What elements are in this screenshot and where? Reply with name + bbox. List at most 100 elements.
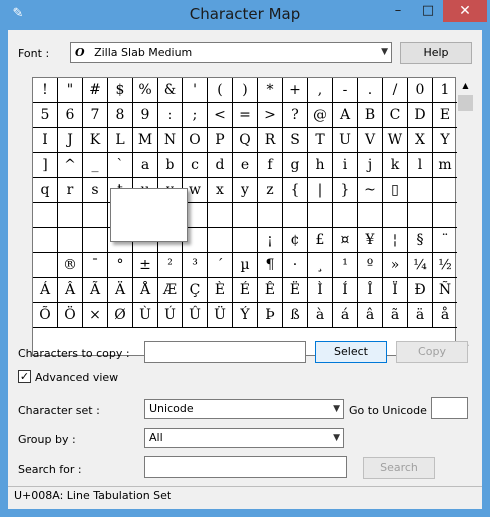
grid-cell[interactable] xyxy=(433,203,458,228)
search-button[interactable]: Search xyxy=(363,457,435,479)
grid-cell[interactable]: Ý xyxy=(233,303,258,328)
grid-cell[interactable]: Ë xyxy=(283,278,308,303)
grid-cell[interactable]: c xyxy=(183,153,208,178)
grid-cell[interactable]: ´ xyxy=(208,253,233,278)
grid-cell[interactable]: à xyxy=(308,303,333,328)
grid-cell[interactable]: » xyxy=(383,253,408,278)
select-button[interactable]: Select xyxy=(315,341,387,363)
grid-cell[interactable]: ¥ xyxy=(358,228,383,253)
grid-cell[interactable]: _ xyxy=(83,153,108,178)
minimize-button[interactable]: – xyxy=(383,0,413,22)
grid-cell[interactable]: ã xyxy=(383,303,408,328)
grid-cell[interactable]: ( xyxy=(208,78,233,103)
grid-cell[interactable]: É xyxy=(233,278,258,303)
grid-cell[interactable]: ` xyxy=(108,153,133,178)
grid-cell[interactable]: } xyxy=(333,178,358,203)
grid-cell[interactable]: s xyxy=(83,178,108,203)
grid-cell[interactable]: P xyxy=(208,128,233,153)
grid-cell[interactable] xyxy=(408,178,433,203)
grid-cell[interactable]: Á xyxy=(33,278,58,303)
grid-cell[interactable] xyxy=(433,178,458,203)
grid-cell[interactable]: g xyxy=(283,153,308,178)
grid-cell[interactable]: Ù xyxy=(133,303,158,328)
grid-cell[interactable]: Ì xyxy=(308,278,333,303)
grid-cell[interactable]: ¶ xyxy=(258,253,283,278)
copy-button[interactable]: Copy xyxy=(396,341,468,363)
character-set-select[interactable]: Unicode ▼ xyxy=(144,399,344,419)
grid-cell[interactable]: Ç xyxy=(183,278,208,303)
group-by-select[interactable]: All ▼ xyxy=(144,428,344,448)
grid-cell[interactable]: ? xyxy=(283,103,308,128)
grid-cell[interactable]: { xyxy=(283,178,308,203)
grid-cell[interactable]: " xyxy=(58,78,83,103)
grid-cell[interactable]: ] xyxy=(33,153,58,178)
grid-cell[interactable]: ¹ xyxy=(333,253,358,278)
character-grid[interactable]: ! " # $% & '() * +, -./0 1 5 6 7 8 9:; < = >? @ A B C D E I J K L M N… xyxy=(32,77,458,356)
grid-cell[interactable]: U xyxy=(333,128,358,153)
grid-cell[interactable]: $ xyxy=(108,78,133,103)
grid-cell[interactable]: I xyxy=(33,128,58,153)
grid-cell[interactable]: O xyxy=(183,128,208,153)
grid-cell[interactable]: å xyxy=(433,303,458,328)
grid-cell[interactable]: Ñ xyxy=(433,278,458,303)
grid-cell[interactable]: M xyxy=(133,128,158,153)
grid-cell[interactable] xyxy=(358,203,383,228)
grid-cell[interactable]: A xyxy=(333,103,358,128)
search-input[interactable] xyxy=(144,456,347,478)
grid-cell[interactable]: ¦ xyxy=(383,228,408,253)
grid-cell[interactable]: N xyxy=(158,128,183,153)
grid-cell[interactable]: ~ xyxy=(358,178,383,203)
grid-cell[interactable]: 1 xyxy=(433,78,458,103)
scroll-up-arrow-icon[interactable]: ▲ xyxy=(457,77,474,94)
grid-cell[interactable]: & xyxy=(158,78,183,103)
grid-cell[interactable]: W xyxy=(383,128,408,153)
grid-cell[interactable]: ¤ xyxy=(333,228,358,253)
grid-cell[interactable]: ; xyxy=(183,103,208,128)
grid-cell[interactable]: · xyxy=(283,253,308,278)
grid-cell[interactable]: § xyxy=(408,228,433,253)
advanced-view-checkbox[interactable]: ✓ xyxy=(18,370,31,383)
grid-cell[interactable]: E xyxy=(433,103,458,128)
grid-cell[interactable]: e xyxy=(233,153,258,178)
grid-cell[interactable]: ½ xyxy=(433,253,458,278)
grid-cell[interactable]: ¸ xyxy=(308,253,333,278)
grid-cell[interactable]: % xyxy=(133,78,158,103)
grid-cell[interactable]: B xyxy=(358,103,383,128)
grid-cell[interactable]: ' xyxy=(183,78,208,103)
grid-cell[interactable]: 9 xyxy=(133,103,158,128)
grid-cell[interactable]: z xyxy=(258,178,283,203)
grid-cell[interactable]: L xyxy=(108,128,133,153)
grid-cell[interactable]: 7 xyxy=(83,103,108,128)
grid-cell[interactable]: Í xyxy=(333,278,358,303)
grid-cell[interactable] xyxy=(283,203,308,228)
grid-cell[interactable]: Ú xyxy=(158,303,183,328)
grid-cell[interactable] xyxy=(33,228,58,253)
grid-cell[interactable]: l xyxy=(408,153,433,178)
maximize-button[interactable]: □ xyxy=(413,0,443,22)
grid-cell[interactable]: m xyxy=(433,153,458,178)
grid-cell[interactable]: 0 xyxy=(408,78,433,103)
grid-scrollbar[interactable]: ▲ ▼ xyxy=(457,77,474,356)
grid-cell[interactable]: j xyxy=(358,153,383,178)
grid-cell[interactable]: º xyxy=(358,253,383,278)
grid-cell[interactable]: ® xyxy=(58,253,83,278)
grid-cell[interactable] xyxy=(408,203,433,228)
grid-cell[interactable] xyxy=(33,203,58,228)
grid-cell[interactable]: ^ xyxy=(58,153,83,178)
grid-cell[interactable]: á xyxy=(333,303,358,328)
grid-cell[interactable]: V xyxy=(358,128,383,153)
grid-cell[interactable] xyxy=(208,203,233,228)
grid-cell[interactable]: X xyxy=(408,128,433,153)
grid-cell[interactable]: = xyxy=(233,103,258,128)
grid-cell[interactable]: Ã xyxy=(83,278,108,303)
grid-cell[interactable]: × xyxy=(83,303,108,328)
go-to-unicode-input[interactable] xyxy=(431,397,468,419)
grid-cell[interactable]: ¡ xyxy=(258,228,283,253)
grid-cell[interactable]: ­ xyxy=(33,253,58,278)
grid-cell[interactable]: ° xyxy=(108,253,133,278)
grid-cell[interactable]: ! xyxy=(33,78,58,103)
grid-cell[interactable]: Y xyxy=(433,128,458,153)
grid-cell[interactable]: y xyxy=(233,178,258,203)
grid-cell[interactable]: Ä xyxy=(108,278,133,303)
help-button[interactable]: Help xyxy=(400,42,472,64)
